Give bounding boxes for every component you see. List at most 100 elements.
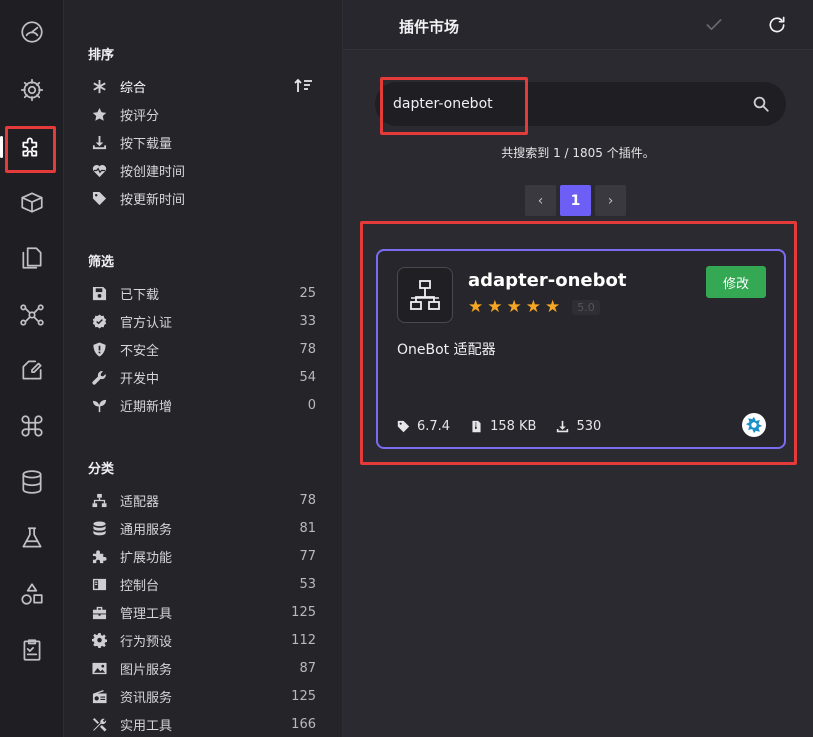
plugin-logo-network-icon (397, 267, 453, 323)
category-item-presets[interactable]: 行为预设 112 (90, 627, 316, 653)
category-item-images[interactable]: 图片服务 87 (90, 655, 316, 681)
refresh-icon[interactable] (766, 14, 788, 36)
category-item-count: 166 (291, 716, 316, 732)
star-icon: ★ (468, 297, 484, 317)
heartbeat-icon (90, 162, 108, 178)
settings-icon[interactable] (0, 70, 63, 110)
sort-item-downloads[interactable]: 按下载量 (90, 129, 316, 155)
category-item-label: 行为预设 (120, 634, 173, 650)
download-icon (90, 134, 108, 150)
command-icon[interactable] (0, 406, 63, 446)
category-item-count: 112 (291, 632, 316, 648)
image-icon (90, 660, 108, 676)
sort-item-label: 按下载量 (120, 136, 173, 152)
sort-item-created[interactable]: 按创建时间 (90, 157, 316, 183)
version-item: 6.7.4 (397, 419, 450, 434)
asterisk-icon (90, 78, 108, 94)
sort-item-rating[interactable]: 按评分 (90, 101, 316, 127)
search-icon[interactable] (752, 95, 770, 113)
filter-item-count: 0 (307, 397, 316, 413)
filter-item-label: 开发中 (120, 371, 160, 387)
filter-item-count: 33 (299, 313, 316, 329)
filter-item-label: 已下载 (120, 287, 160, 303)
filter-item-downloaded[interactable]: 已下载 25 (90, 280, 316, 306)
edit-icon[interactable] (0, 350, 63, 390)
category-item-adapter[interactable]: 适配器 78 (90, 487, 316, 513)
sort-item-comprehensive[interactable]: 综合 (90, 73, 316, 99)
category-item-label: 实用工具 (120, 718, 173, 734)
sort-item-label: 按创建时间 (120, 164, 186, 180)
rating-value: 5.0 (572, 300, 600, 315)
category-item-label: 管理工具 (120, 606, 173, 622)
database-icon[interactable] (0, 462, 63, 502)
category-item-count: 125 (291, 604, 316, 620)
plugin-rating: ★ ★ ★ ★ ★ 5.0 (468, 299, 600, 316)
category-item-services[interactable]: 通用服务 81 (90, 515, 316, 541)
category-item-count: 78 (299, 492, 316, 508)
category-item-extensions[interactable]: 扩展功能 77 (90, 543, 316, 569)
network-icon[interactable] (0, 295, 63, 335)
app-window: 排序 综合 按评分 按下载量 按创建时间 按更新时间 筛选 已下载 25 官方认… (0, 0, 813, 737)
search-result-count: 共搜索到 1 / 1805 个插件。 (501, 146, 655, 160)
console-icon (90, 576, 108, 592)
plugin-version: 6.7.4 (417, 419, 451, 434)
category-item-label: 扩展功能 (120, 550, 173, 566)
filter-item-count: 25 (299, 285, 316, 301)
category-item-count: 125 (291, 688, 316, 704)
category-item-news[interactable]: 资讯服务 125 (90, 683, 316, 709)
filter-item-verified[interactable]: 官方认证 33 (90, 308, 316, 334)
tools-icon (90, 716, 108, 732)
modify-button[interactable]: 修改 (706, 266, 766, 298)
sort-item-updated[interactable]: 按更新时间 (90, 185, 316, 211)
plugin-card[interactable]: adapter-onebot ★ ★ ★ ★ ★ 5.0 修改 OneBot 适… (376, 249, 786, 449)
category-item-management[interactable]: 管理工具 125 (90, 599, 316, 625)
category-item-utilities[interactable]: 实用工具 166 (90, 711, 316, 737)
author-avatar[interactable] (742, 413, 766, 437)
search-input[interactable] (393, 93, 733, 115)
page-button-current[interactable]: 1 (560, 185, 591, 216)
clipboard-icon[interactable] (0, 630, 63, 670)
check-icon[interactable] (703, 14, 725, 36)
top-bar: 插件市场 (343, 0, 813, 50)
plugin-name[interactable]: adapter-onebot (468, 270, 626, 291)
save-icon (90, 285, 108, 301)
filter-section-title: 筛选 (88, 255, 115, 270)
star-icon: ★ (487, 297, 503, 317)
category-item-label: 图片服务 (120, 662, 173, 678)
download-icon (557, 420, 569, 433)
search-bar (375, 82, 786, 126)
category-item-count: 87 (299, 660, 316, 676)
next-page-button[interactable]: › (595, 185, 626, 216)
prev-page-button[interactable]: ‹ (525, 185, 556, 216)
network-icon (90, 492, 108, 508)
shapes-icon[interactable] (0, 574, 63, 614)
activity-bar (0, 0, 63, 737)
tag-icon (90, 190, 108, 206)
shield-alert-icon (90, 341, 108, 357)
package-icon[interactable] (0, 182, 63, 222)
category-item-count: 81 (299, 520, 316, 536)
plugin-market-main: 插件市场 共搜索到 1 / 1805 个插件。 ‹ 1 › adapter-on… (343, 0, 813, 737)
sort-item-label: 按更新时间 (120, 192, 186, 208)
filter-item-recent[interactable]: 近期新增 0 (90, 392, 316, 418)
star-icon: ★ (545, 297, 561, 317)
sort-section-title: 排序 (88, 48, 115, 63)
filter-item-unsafe[interactable]: 不安全 78 (90, 336, 316, 362)
plugin-meta: 6.7.4 158 KB 530 (397, 419, 601, 434)
flask-icon[interactable] (0, 518, 63, 558)
dashboard-icon[interactable] (0, 12, 63, 52)
category-item-count: 77 (299, 548, 316, 564)
category-section-title: 分类 (88, 462, 115, 477)
downloads-item: 530 (556, 419, 601, 434)
file-zip-icon (472, 420, 481, 433)
verified-icon (90, 313, 108, 329)
files-icon[interactable] (0, 238, 63, 278)
star-icon: ★ (506, 297, 522, 317)
category-item-console[interactable]: 控制台 53 (90, 571, 316, 597)
filter-item-label: 不安全 (120, 343, 160, 359)
filter-item-developing[interactable]: 开发中 54 (90, 364, 316, 390)
page-title: 插件市场 (399, 18, 460, 36)
plugins-icon[interactable] (0, 127, 63, 167)
radio-icon (90, 688, 108, 704)
category-item-label: 资讯服务 (120, 690, 173, 706)
